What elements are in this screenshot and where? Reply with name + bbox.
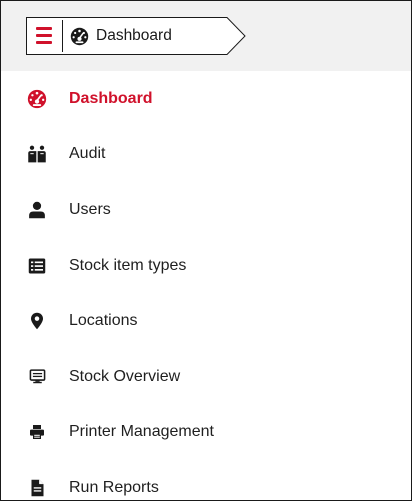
top-bar: Dashboard <box>1 1 411 71</box>
audit-icon-wrap <box>27 144 47 164</box>
breadcrumb-item-dashboard[interactable]: Dashboard <box>70 17 172 55</box>
menu-item-dashboard[interactable]: Dashboard <box>1 71 411 127</box>
audit-people-book-icon <box>28 145 46 163</box>
printer-management-icon-wrap <box>27 422 47 442</box>
dashboard-gauge-icon <box>70 27 89 45</box>
breadcrumb-label: Dashboard <box>96 27 172 44</box>
stock-item-types-icon-wrap <box>27 256 47 276</box>
breadcrumb: Dashboard <box>26 17 248 55</box>
hamburger-bar-middle <box>36 34 52 37</box>
breadcrumb-divider <box>62 20 63 52</box>
menu-item-label: Users <box>69 200 111 218</box>
menu-item-label: Printer Management <box>69 423 214 441</box>
menu-item-audit[interactable]: Audit <box>1 127 411 183</box>
stock-overview-icon-wrap <box>27 367 47 387</box>
menu-item-label: Run Reports <box>69 478 159 496</box>
printer-icon <box>30 425 44 440</box>
menu-item-label: Stock Overview <box>69 367 181 385</box>
menu-item-printer-management[interactable]: Printer Management <box>1 405 411 461</box>
app-window: Dashboard Dashboard Audit Users Stock it… <box>0 0 412 501</box>
menu-item-label: Locations <box>69 312 138 330</box>
run-reports-icon-wrap <box>27 478 47 498</box>
menu-item-label: Audit <box>69 145 106 163</box>
users-icon-wrap <box>27 200 47 220</box>
dashboard-icon-wrap <box>27 89 47 109</box>
hamburger-bar-bottom <box>36 41 52 44</box>
locations-icon-wrap <box>27 311 47 331</box>
report-file-icon <box>31 479 43 497</box>
menu-item-label: Dashboard <box>69 89 153 107</box>
list-box-icon <box>28 258 46 274</box>
dashboard-gauge-icon <box>27 89 47 108</box>
menu-item-users[interactable]: Users <box>1 182 411 238</box>
map-marker-icon <box>31 312 43 330</box>
hamburger-menu-icon <box>36 27 52 30</box>
menu-item-label: Stock item types <box>69 256 187 274</box>
hamburger-menu-button[interactable] <box>32 24 56 48</box>
side-menu: Dashboard Audit Users Stock item types L… <box>1 71 411 500</box>
user-icon <box>29 201 45 219</box>
menu-item-stock-overview[interactable]: Stock Overview <box>1 349 411 405</box>
menu-item-stock-item-types[interactable]: Stock item types <box>1 238 411 294</box>
menu-item-run-reports[interactable]: Run Reports <box>1 460 411 500</box>
menu-item-locations[interactable]: Locations <box>1 293 411 349</box>
monitor-icon <box>29 369 45 384</box>
